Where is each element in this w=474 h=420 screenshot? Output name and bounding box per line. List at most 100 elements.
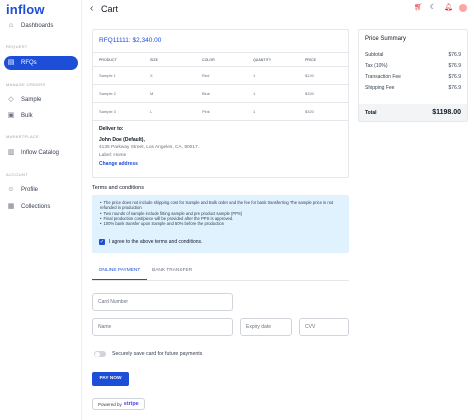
box-icon: ▣ — [7, 112, 15, 119]
cell-quantity: 1 — [247, 66, 299, 85]
cell-size: X — [144, 66, 196, 85]
sidebar-section-request: REQUEST — [6, 44, 28, 49]
bell-icon[interactable]: 🔔︎ — [444, 4, 453, 12]
book-icon: ▥ — [7, 149, 15, 156]
price-value: $76.9 — [448, 52, 461, 58]
column-header: PRICE — [299, 52, 348, 67]
price-row-shipping-fee: Shipping Fee $76.9 — [365, 85, 461, 91]
sidebar-section-manage-orders: MANAGE ORDERS — [6, 82, 46, 87]
tab-online-payment[interactable]: ONLINE PAYMENT — [92, 268, 147, 280]
price-summary-title: Price Summary — [365, 36, 407, 42]
cell-price: $120 — [299, 66, 348, 85]
price-value: $76.9 — [448, 74, 461, 80]
items-table: PRODUCT SIZE COLOR QUANTITY PRICE Sample… — [93, 52, 348, 121]
deliver-address: 4135 Parkway Street, Los Angeles, CA, 90… — [99, 145, 199, 150]
cell-size: M — [144, 84, 196, 103]
sidebar-item-collections[interactable]: ▦ Collections — [4, 200, 78, 214]
save-card-label: Securely save card for future payments — [112, 351, 203, 357]
sidebar-item-sample[interactable]: ◇ Sample — [4, 93, 78, 107]
save-card-row: Securely save card for future payments — [94, 351, 202, 357]
sidebar-item-dashboards[interactable]: ⌂ Dashboards — [4, 19, 78, 33]
home-icon: ⌂ — [8, 22, 14, 29]
avatar[interactable] — [459, 4, 467, 12]
column-header: COLOR — [196, 52, 247, 67]
sidebar-item-label: RFQs — [21, 60, 37, 66]
terms-box: The price does not include shipping cost… — [92, 195, 349, 253]
sidebar-item-label: Profile — [21, 187, 39, 193]
cart-icon[interactable]: 🛒︎ — [414, 4, 423, 12]
sidebar-item-label: Dashboards — [21, 23, 54, 29]
terms-list: The price does not include shipping cost… — [100, 200, 345, 226]
column-header: PRODUCT — [93, 52, 144, 67]
cell-product: Sample 3 — [93, 102, 144, 121]
price-label: Shipping Fee — [365, 85, 395, 91]
cell-price: $320 — [299, 84, 348, 103]
table-row: Sample 1 X Red 1 $120 — [93, 66, 348, 85]
price-value: $76.9 — [448, 85, 461, 91]
page-title: Cart — [101, 4, 119, 14]
terms-item: The price does not include shipping cost… — [100, 200, 345, 211]
sidebar-item-bulk[interactable]: ▣ Bulk — [4, 109, 78, 123]
folder-icon: ▦ — [7, 203, 15, 210]
rfq-card: RFQ11111: $2,340.00 PRODUCT SIZE COLOR Q… — [92, 29, 349, 178]
expiry-date-input[interactable] — [240, 318, 292, 336]
terms-title: Terms and conditions — [92, 185, 144, 191]
cell-color: Red — [196, 66, 247, 85]
total-value: $1198.00 — [432, 109, 461, 116]
rfq-id: RFQ11111: — [99, 37, 131, 44]
sidebar-section-marketplace: MARKETPLACE — [6, 134, 40, 139]
moon-icon[interactable]: ☾ — [429, 4, 437, 12]
powered-by-label: Powered by — [98, 401, 122, 407]
save-card-toggle[interactable] — [94, 351, 106, 357]
cell-size: L — [144, 102, 196, 121]
cvv-input[interactable] — [299, 318, 349, 336]
pay-now-button[interactable]: PAY NOW — [92, 372, 129, 386]
cell-quantity: 1 — [247, 102, 299, 121]
total-label: Total — [365, 109, 377, 116]
cell-color: Blue — [196, 84, 247, 103]
powered-by-stripe-badge[interactable]: Powered by stripe — [92, 398, 145, 410]
rfq-header: RFQ11111: $2,340.00 — [99, 37, 161, 44]
price-row-transaction-fee: Transaction Fee $76.9 — [365, 74, 461, 80]
top-bar: ‹ Cart 🛒︎ ☾ 🔔︎ — [82, 0, 474, 20]
price-row-tax: Tax (10%) $76.9 — [365, 63, 461, 69]
change-address-link[interactable]: Change address — [99, 161, 199, 169]
table-header-row: PRODUCT SIZE COLOR QUANTITY PRICE — [93, 52, 348, 67]
table-row: Sample 2 M Blue 1 $320 — [93, 84, 348, 103]
card-number-input[interactable] — [92, 293, 233, 311]
sidebar-item-label: Sample — [21, 97, 42, 103]
sidebar-item-inflow-catalog[interactable]: ▥ Inflow Catalog — [4, 146, 78, 160]
price-label: Transaction Fee — [365, 74, 401, 80]
deliver-type: Label: Home — [99, 152, 127, 158]
agree-checkbox[interactable]: ✓ — [99, 239, 105, 245]
delivery-info: Deliver to: John Doe (Default), 4135 Par… — [99, 126, 199, 169]
user-icon: ☺ — [7, 186, 15, 193]
price-value: $76.9 — [448, 63, 461, 69]
agree-terms-row[interactable]: ✓ I agree to the above terms and conditi… — [99, 239, 202, 245]
table-row: Sample 3 L Pink 1 $320 — [93, 102, 348, 121]
price-label: Subtotal — [365, 52, 384, 58]
tab-bank-transfer[interactable]: BANK TRANSFER — [152, 268, 192, 273]
price-label: Tax (10%) — [365, 63, 388, 69]
sidebar-item-label: Collections — [21, 204, 51, 210]
top-icons: 🛒︎ ☾ 🔔︎ — [414, 4, 467, 12]
column-header: SIZE — [144, 52, 196, 67]
price-summary-card: Price Summary Subtotal $76.9 Tax (10%) $… — [358, 29, 468, 122]
cell-color: Pink — [196, 102, 247, 121]
price-row-subtotal: Subtotal $76.9 — [365, 52, 461, 58]
inflow-logo[interactable]: inflow — [6, 2, 45, 17]
sidebar-item-rfqs[interactable]: ▤ RFQs — [4, 56, 78, 70]
agree-label: I agree to the above terms and condition… — [109, 239, 203, 245]
deliver-label: Deliver to: — [99, 126, 124, 132]
sidebar-item-label: Bulk — [21, 113, 33, 119]
sidebar: inflow ⌂ Dashboards REQUEST ▤ RFQs MANAG… — [0, 0, 82, 420]
tag-icon: ◇ — [8, 96, 14, 103]
column-header: QUANTITY — [247, 52, 299, 67]
sidebar-item-profile[interactable]: ☺ Profile — [4, 183, 78, 197]
name-input[interactable] — [92, 318, 233, 336]
cell-product: Sample 2 — [93, 84, 144, 103]
price-total-row: Total $1198.00 — [359, 104, 467, 121]
terms-item: 100% bank transfer upon Sample and 50% b… — [100, 221, 345, 226]
tab-divider — [92, 280, 349, 281]
chevron-left-icon[interactable]: ‹ — [90, 3, 93, 14]
